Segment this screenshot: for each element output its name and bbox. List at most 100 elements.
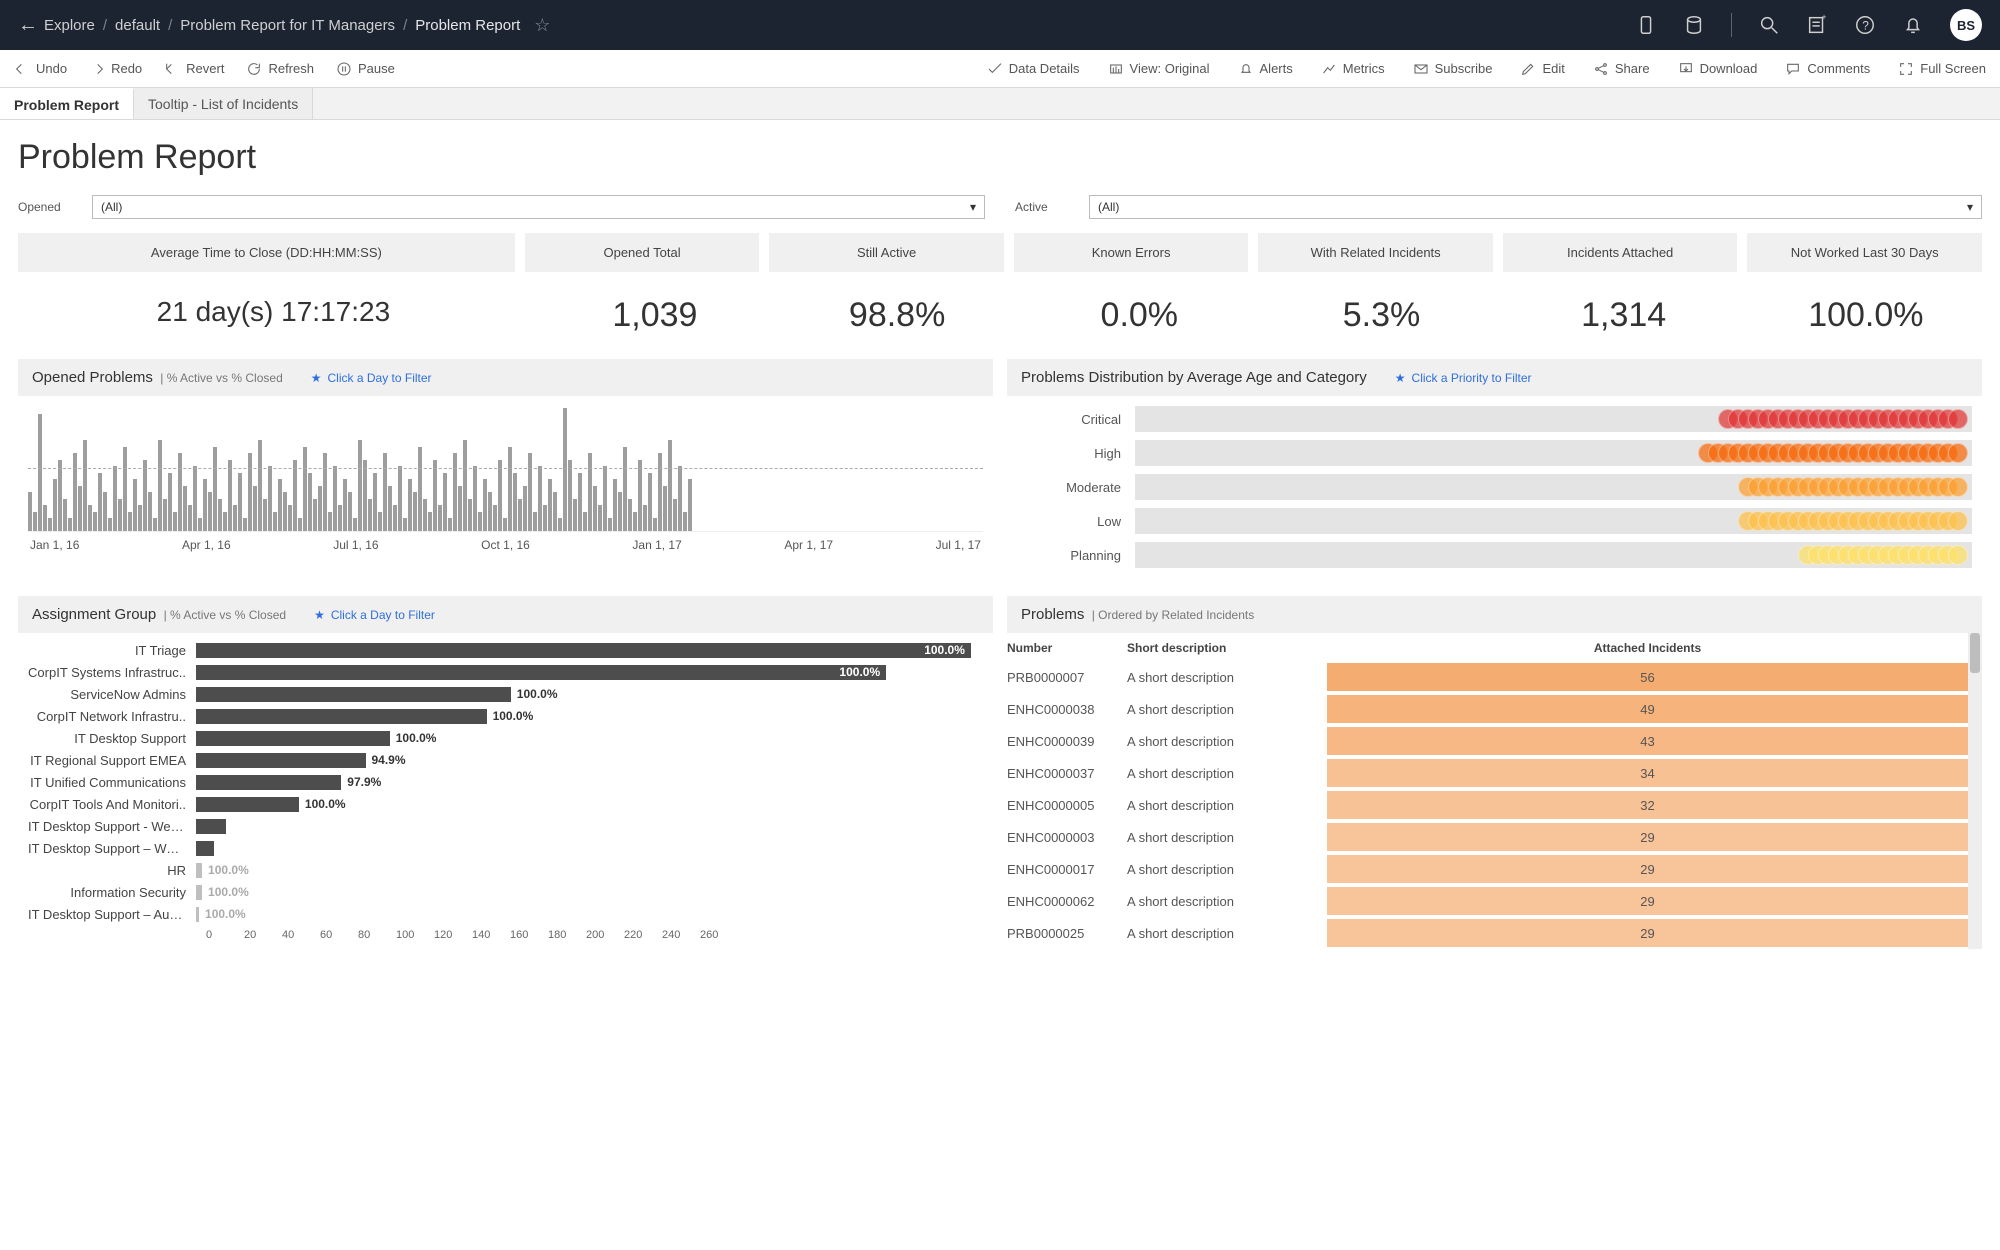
table-row[interactable]: PRB0000025A short description29 — [1007, 917, 1968, 949]
assign-row[interactable]: IT Unified Communications97.9% — [28, 771, 983, 793]
timeline-bar[interactable] — [248, 453, 252, 531]
sheet-tab-tooltip[interactable]: Tooltip - List of Incidents — [134, 88, 313, 119]
assign-bar[interactable] — [196, 687, 511, 702]
assign-bar[interactable] — [196, 907, 199, 922]
timeline-bar[interactable] — [338, 505, 342, 531]
sheet-tab-problem-report[interactable]: Problem Report — [0, 88, 134, 119]
timeline-bar[interactable] — [678, 466, 682, 531]
assign-bar[interactable] — [196, 841, 214, 856]
timeline-bar[interactable] — [288, 505, 292, 531]
filter-active-select[interactable]: (All) ▾ — [1089, 195, 1982, 219]
timeline-bar[interactable] — [58, 460, 62, 532]
fullscreen-button[interactable]: Full Screen — [1898, 61, 1986, 77]
timeline-bar[interactable] — [28, 492, 32, 531]
data-point[interactable] — [1948, 477, 1968, 497]
timeline-bar[interactable] — [158, 440, 162, 531]
crumb-default[interactable]: default — [115, 17, 160, 34]
assign-bar[interactable] — [196, 731, 390, 746]
timeline-bar[interactable] — [648, 473, 652, 532]
assign-bar[interactable] — [196, 797, 299, 812]
timeline-bar[interactable] — [468, 499, 472, 532]
timeline-bar[interactable] — [478, 512, 482, 532]
timeline-bar[interactable] — [653, 518, 657, 531]
crumb-explore[interactable]: Explore — [44, 17, 95, 34]
timeline-bar[interactable] — [183, 486, 187, 532]
timeline-bar[interactable] — [508, 447, 512, 532]
timeline-bar[interactable] — [328, 512, 332, 532]
timeline-bar[interactable] — [108, 518, 112, 531]
timeline-bar[interactable] — [513, 473, 517, 532]
table-row[interactable]: ENHC0000062A short description29 — [1007, 885, 1968, 917]
timeline-bar[interactable] — [633, 512, 637, 532]
timeline-bar[interactable] — [78, 486, 82, 532]
timeline-bar[interactable] — [438, 505, 442, 531]
timeline-bar[interactable] — [358, 440, 362, 531]
timeline-bar[interactable] — [123, 447, 127, 532]
timeline-bar[interactable] — [193, 466, 197, 531]
timeline-bar[interactable] — [298, 518, 302, 531]
timeline-bar[interactable] — [238, 473, 242, 532]
timeline-bar[interactable] — [98, 473, 102, 532]
timeline-bar[interactable] — [323, 453, 327, 531]
assign-row[interactable]: CorpIT Systems Infrastruc..100.0% — [28, 661, 983, 683]
assign-row[interactable]: IT Regional Support EMEA94.9% — [28, 749, 983, 771]
view-button[interactable]: View: Original — [1108, 61, 1210, 77]
timeline-bar[interactable] — [43, 505, 47, 531]
timeline-bar[interactable] — [173, 512, 177, 532]
table-row[interactable]: ENHC0000003A short description29 — [1007, 821, 1968, 853]
assign-bar[interactable]: 100.0% — [196, 665, 886, 680]
timeline-bar[interactable] — [548, 479, 552, 531]
comments-button[interactable]: Comments — [1785, 61, 1870, 77]
timeline-bar[interactable] — [628, 499, 632, 532]
timeline-bar[interactable] — [293, 460, 297, 532]
timeline-bar[interactable] — [253, 486, 257, 532]
assign-row[interactable]: ServiceNow Admins100.0% — [28, 683, 983, 705]
timeline-bar[interactable] — [483, 479, 487, 531]
timeline-bar[interactable] — [408, 479, 412, 531]
assign-row[interactable]: IT Desktop Support – Aust..100.0% — [28, 903, 983, 925]
timeline-bar[interactable] — [53, 479, 57, 531]
timeline-bar[interactable] — [213, 447, 217, 532]
download-button[interactable]: Download — [1678, 61, 1758, 77]
timeline-bar[interactable] — [388, 486, 392, 532]
assign-bar[interactable] — [196, 709, 487, 724]
timeline-bar[interactable] — [273, 512, 277, 532]
timeline-bar[interactable] — [683, 512, 687, 532]
timeline-bar[interactable] — [263, 499, 267, 532]
revert-button[interactable]: Revert — [164, 61, 224, 77]
timeline-bar[interactable] — [493, 505, 497, 531]
timeline-bar[interactable] — [393, 505, 397, 531]
assign-bar[interactable] — [196, 775, 341, 790]
timeline-bar[interactable] — [543, 505, 547, 531]
undo-button[interactable]: Undo — [14, 61, 67, 77]
timeline-bar[interactable] — [308, 473, 312, 532]
timeline-bar[interactable] — [73, 453, 77, 531]
timeline-bar[interactable] — [243, 518, 247, 531]
filter-hint[interactable]: ★Click a Day to Filter — [311, 371, 432, 385]
distribution-row[interactable]: Moderate — [1017, 470, 1972, 504]
scrollbar-thumb[interactable] — [1970, 633, 1980, 673]
timeline-bar[interactable] — [383, 453, 387, 531]
timeline-bar[interactable] — [198, 518, 202, 531]
timeline-bar[interactable] — [38, 414, 42, 531]
assign-bar[interactable] — [196, 885, 202, 900]
timeline-bar[interactable] — [368, 499, 372, 532]
timeline-bar[interactable] — [613, 479, 617, 531]
refresh-button[interactable]: Refresh — [246, 61, 314, 77]
subscribe-button[interactable]: Subscribe — [1413, 61, 1493, 77]
timeline-bar[interactable] — [503, 518, 507, 531]
timeline-bar[interactable] — [148, 492, 152, 531]
table-row[interactable]: ENHC0000017A short description29 — [1007, 853, 1968, 885]
assign-row[interactable]: IT Desktop Support - West.. — [28, 815, 983, 837]
assign-row[interactable]: IT Triage100.0% — [28, 639, 983, 661]
timeline-bar[interactable] — [168, 473, 172, 532]
timeline-bar[interactable] — [453, 453, 457, 531]
search-icon[interactable] — [1758, 14, 1780, 36]
timeline-bar[interactable] — [93, 512, 97, 532]
timeline-bar[interactable] — [353, 518, 357, 531]
data-point[interactable] — [1948, 409, 1968, 429]
pause-button[interactable]: Pause — [336, 61, 395, 77]
timeline-bar[interactable] — [233, 505, 237, 531]
notifications-icon[interactable] — [1902, 14, 1924, 36]
data-point[interactable] — [1948, 511, 1968, 531]
